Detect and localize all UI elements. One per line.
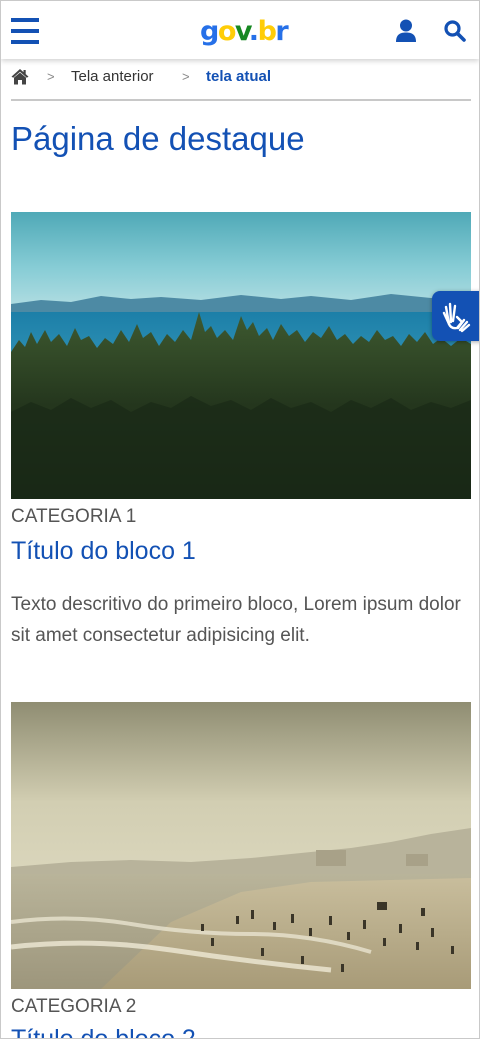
menu-button[interactable] <box>11 18 39 44</box>
hand-sign-language-icon <box>442 302 471 333</box>
breadcrumb-current: tela atual <box>206 68 272 85</box>
card-1-title[interactable]: Título do bloco 1 <box>11 535 196 567</box>
user-button[interactable] <box>395 19 417 43</box>
card-2-category: CATEGORIA 2 <box>11 996 137 1017</box>
card-2-image[interactable] <box>11 702 471 989</box>
forest-lake-image <box>11 212 471 499</box>
user-icon <box>396 19 416 42</box>
card-2-title[interactable]: Título do bloco 2 <box>11 1023 196 1038</box>
breadcrumb-previous-link[interactable]: Tela anterior <box>71 68 154 85</box>
card-1-category: CATEGORIA 1 <box>11 506 137 527</box>
search-icon <box>444 20 466 42</box>
app-frame: gov.br > Tela anterior > tela atual Pági… <box>0 0 480 1039</box>
home-icon <box>11 69 29 85</box>
search-button[interactable] <box>444 20 466 42</box>
card-1-description: Texto descritivo do primeiro bloco, Lore… <box>11 594 461 646</box>
page-title: Página de destaque <box>11 120 305 157</box>
header: gov.br <box>1 1 479 59</box>
breadcrumb-separator: > <box>182 69 190 84</box>
breadcrumb-home-link[interactable] <box>11 68 29 85</box>
hamburger-menu-icon <box>11 18 39 22</box>
card-1-image[interactable] <box>11 212 471 499</box>
gov-br-logo[interactable]: gov.br <box>200 14 289 50</box>
breadcrumb: > Tela anterior > tela atual <box>11 67 471 89</box>
breadcrumb-separator: > <box>47 69 55 84</box>
breadcrumb-divider <box>11 99 471 101</box>
beach-image <box>11 702 471 989</box>
vlibras-accessibility-button[interactable] <box>432 291 479 341</box>
